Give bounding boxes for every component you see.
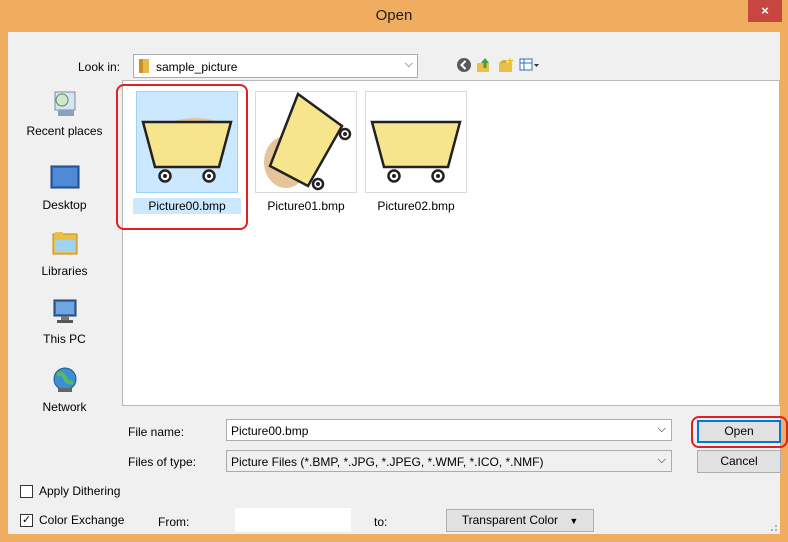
apply-dithering-checkbox[interactable]	[20, 485, 33, 498]
title-bar[interactable]: Open ×	[0, 0, 788, 32]
place-recent-places[interactable]: Recent places	[8, 88, 121, 138]
selected-file-highlight	[116, 84, 248, 230]
transparent-color-button[interactable]: Transparent Color ▼	[446, 509, 594, 532]
place-label: Desktop	[42, 198, 87, 212]
place-label: Network	[42, 400, 87, 414]
this-pc-icon	[53, 299, 76, 323]
dialog-title: Open	[375, 7, 413, 24]
dialog-client: Look in: sample_picture ⌵ Recent places …	[8, 32, 788, 534]
places-bar: Recent places Desktop Libraries This PC …	[8, 80, 121, 440]
chevron-down-icon: ⌵	[657, 454, 666, 466]
thumbnail	[255, 91, 357, 193]
file-name-label: File name:	[128, 425, 185, 439]
file-name: Picture02.bmp	[377, 199, 455, 213]
open-button[interactable]: Open	[697, 420, 781, 443]
file-name: Picture01.bmp	[267, 199, 345, 213]
chevron-down-icon: ⌵	[404, 58, 413, 70]
from-color-field[interactable]	[234, 507, 352, 533]
place-label: Recent places	[26, 124, 103, 138]
up-folder-icon[interactable]	[475, 56, 493, 74]
file-name-input[interactable]: Picture00.bmp ⌵	[226, 419, 672, 441]
resize-grip-icon[interactable]	[768, 522, 778, 532]
recent-places-icon	[54, 91, 75, 116]
close-button[interactable]: ×	[748, 0, 782, 22]
file-name-value: Picture00.bmp	[231, 424, 309, 438]
from-label: From:	[158, 515, 190, 529]
file-item-picture02[interactable]: Picture02.bmp	[362, 91, 470, 214]
desktop-icon	[50, 165, 79, 189]
open-dialog: Open × Look in: sample_picture ⌵ Recent …	[0, 0, 788, 542]
libraries-icon	[52, 232, 77, 255]
place-libraries[interactable]: Libraries	[8, 228, 121, 278]
thumbnail	[365, 91, 467, 193]
look-in-value: sample_picture	[156, 60, 238, 74]
files-of-type-value: Picture Files (*.BMP, *.JPG, *.JPEG, *.W…	[231, 455, 544, 469]
look-in-label: Look in:	[78, 60, 121, 74]
cart-thumbnail-icon	[370, 120, 462, 183]
chevron-down-icon: ⌵	[657, 423, 666, 435]
network-icon	[53, 367, 76, 392]
folder-icon	[139, 59, 149, 73]
place-desktop[interactable]: Desktop	[8, 164, 121, 212]
look-in-combo[interactable]: sample_picture ⌵	[133, 54, 418, 78]
to-label: to:	[374, 515, 388, 529]
file-item-picture01[interactable]: Picture01.bmp	[252, 91, 360, 214]
new-folder-icon[interactable]	[497, 56, 515, 74]
place-network[interactable]: Network	[8, 364, 121, 414]
dropdown-arrow-icon: ▼	[569, 516, 579, 526]
cart-tilted-thumbnail-icon	[264, 92, 352, 191]
color-exchange-label: Color Exchange	[39, 513, 125, 527]
view-menu-icon[interactable]	[519, 56, 541, 74]
color-exchange-checkbox[interactable]: ✓	[20, 514, 33, 527]
place-label: This PC	[43, 332, 86, 346]
cancel-button[interactable]: Cancel	[697, 450, 781, 473]
back-icon[interactable]	[455, 56, 473, 74]
transparent-color-label: Transparent Color	[461, 513, 558, 527]
files-of-type-label: Files of type:	[128, 455, 197, 469]
place-label: Libraries	[41, 264, 88, 278]
place-this-pc[interactable]: This PC	[8, 296, 121, 346]
files-of-type-select[interactable]: Picture Files (*.BMP, *.JPG, *.JPEG, *.W…	[226, 450, 672, 472]
apply-dithering-label: Apply Dithering	[39, 484, 121, 498]
